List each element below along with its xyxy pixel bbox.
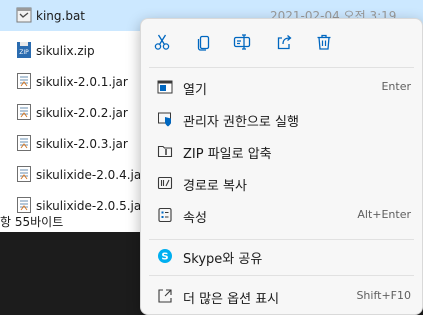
zip-folder-icon <box>157 143 173 159</box>
bat-file-icon <box>16 6 32 24</box>
svg-text:ZIP: ZIP <box>19 49 29 56</box>
shield-icon <box>157 111 173 127</box>
menu-item-label: 경로로 복사 <box>183 179 247 194</box>
cut-icon <box>153 33 171 54</box>
share-icon <box>275 33 293 54</box>
menu-separator <box>149 239 414 240</box>
file-name: sikulix-2.0.3.jar <box>36 136 128 151</box>
more-options-icon <box>157 288 173 304</box>
properties-icon <box>157 207 173 223</box>
zip-file-icon: ZIP <box>16 41 32 59</box>
menu-item-shortcut: Enter <box>381 80 411 93</box>
menu-item-label: 관리자 권한으로 실행 <box>183 115 299 130</box>
file-name: sikulix.zip <box>36 43 95 58</box>
menu-separator <box>149 275 414 276</box>
jar-file-icon <box>16 72 32 90</box>
menu-item-shortcut: Alt+Enter <box>357 208 411 221</box>
jar-file-icon <box>16 196 32 214</box>
jar-file-icon <box>16 103 32 121</box>
file-name: sikulixide-2.0.4.jar <box>36 167 147 182</box>
status-bar-text: 항 55바이트 <box>0 215 64 229</box>
copy-path-icon <box>157 175 173 191</box>
jar-file-icon <box>16 165 32 183</box>
context-menu: 열기 Enter 관리자 권한으로 실행 ZIP 파일로 압축 경로로 복사 속… <box>140 18 423 315</box>
share-button[interactable] <box>270 29 298 57</box>
menu-item-copy-path[interactable]: 경로로 복사 <box>147 168 417 198</box>
skype-icon: S <box>157 248 173 264</box>
menu-item-run-as-admin[interactable]: 관리자 권한으로 실행 <box>147 104 417 134</box>
menu-item-label: 더 많은 옵션 표시 <box>183 292 280 307</box>
file-name: sikulix-2.0.2.jar <box>36 105 128 120</box>
menu-item-label: 열기 <box>183 83 207 98</box>
delete-button[interactable] <box>310 29 338 57</box>
menu-item-compress-zip[interactable]: ZIP 파일로 압축 <box>147 136 417 166</box>
copy-icon <box>195 33 213 54</box>
rename-button[interactable] <box>228 29 256 57</box>
file-name: king.bat <box>36 8 85 23</box>
file-name: sikulix-2.0.1.jar <box>36 74 128 89</box>
menu-item-label: ZIP 파일로 압축 <box>183 147 272 162</box>
svg-text:S: S <box>161 252 168 263</box>
menu-item-open[interactable]: 열기 Enter <box>147 72 417 102</box>
file-name: sikulixide-2.0.5.jar <box>36 198 147 213</box>
menu-item-label: 속성 <box>183 211 207 226</box>
copy-button[interactable] <box>190 29 218 57</box>
menu-item-show-more-options[interactable]: 더 많은 옵션 표시 Shift+F10 <box>147 281 417 311</box>
rename-icon <box>233 33 251 54</box>
menu-separator <box>149 67 414 68</box>
delete-icon <box>315 33 333 54</box>
menu-item-share-skype[interactable]: S Skype와 공유 <box>147 241 417 271</box>
cut-button[interactable] <box>148 29 176 57</box>
menu-item-properties[interactable]: 속성 Alt+Enter <box>147 200 417 230</box>
open-icon <box>157 79 173 95</box>
menu-item-shortcut: Shift+F10 <box>356 289 411 302</box>
jar-file-icon <box>16 134 32 152</box>
context-menu-toolbar <box>141 27 423 59</box>
menu-item-label: Skype와 공유 <box>183 252 263 267</box>
